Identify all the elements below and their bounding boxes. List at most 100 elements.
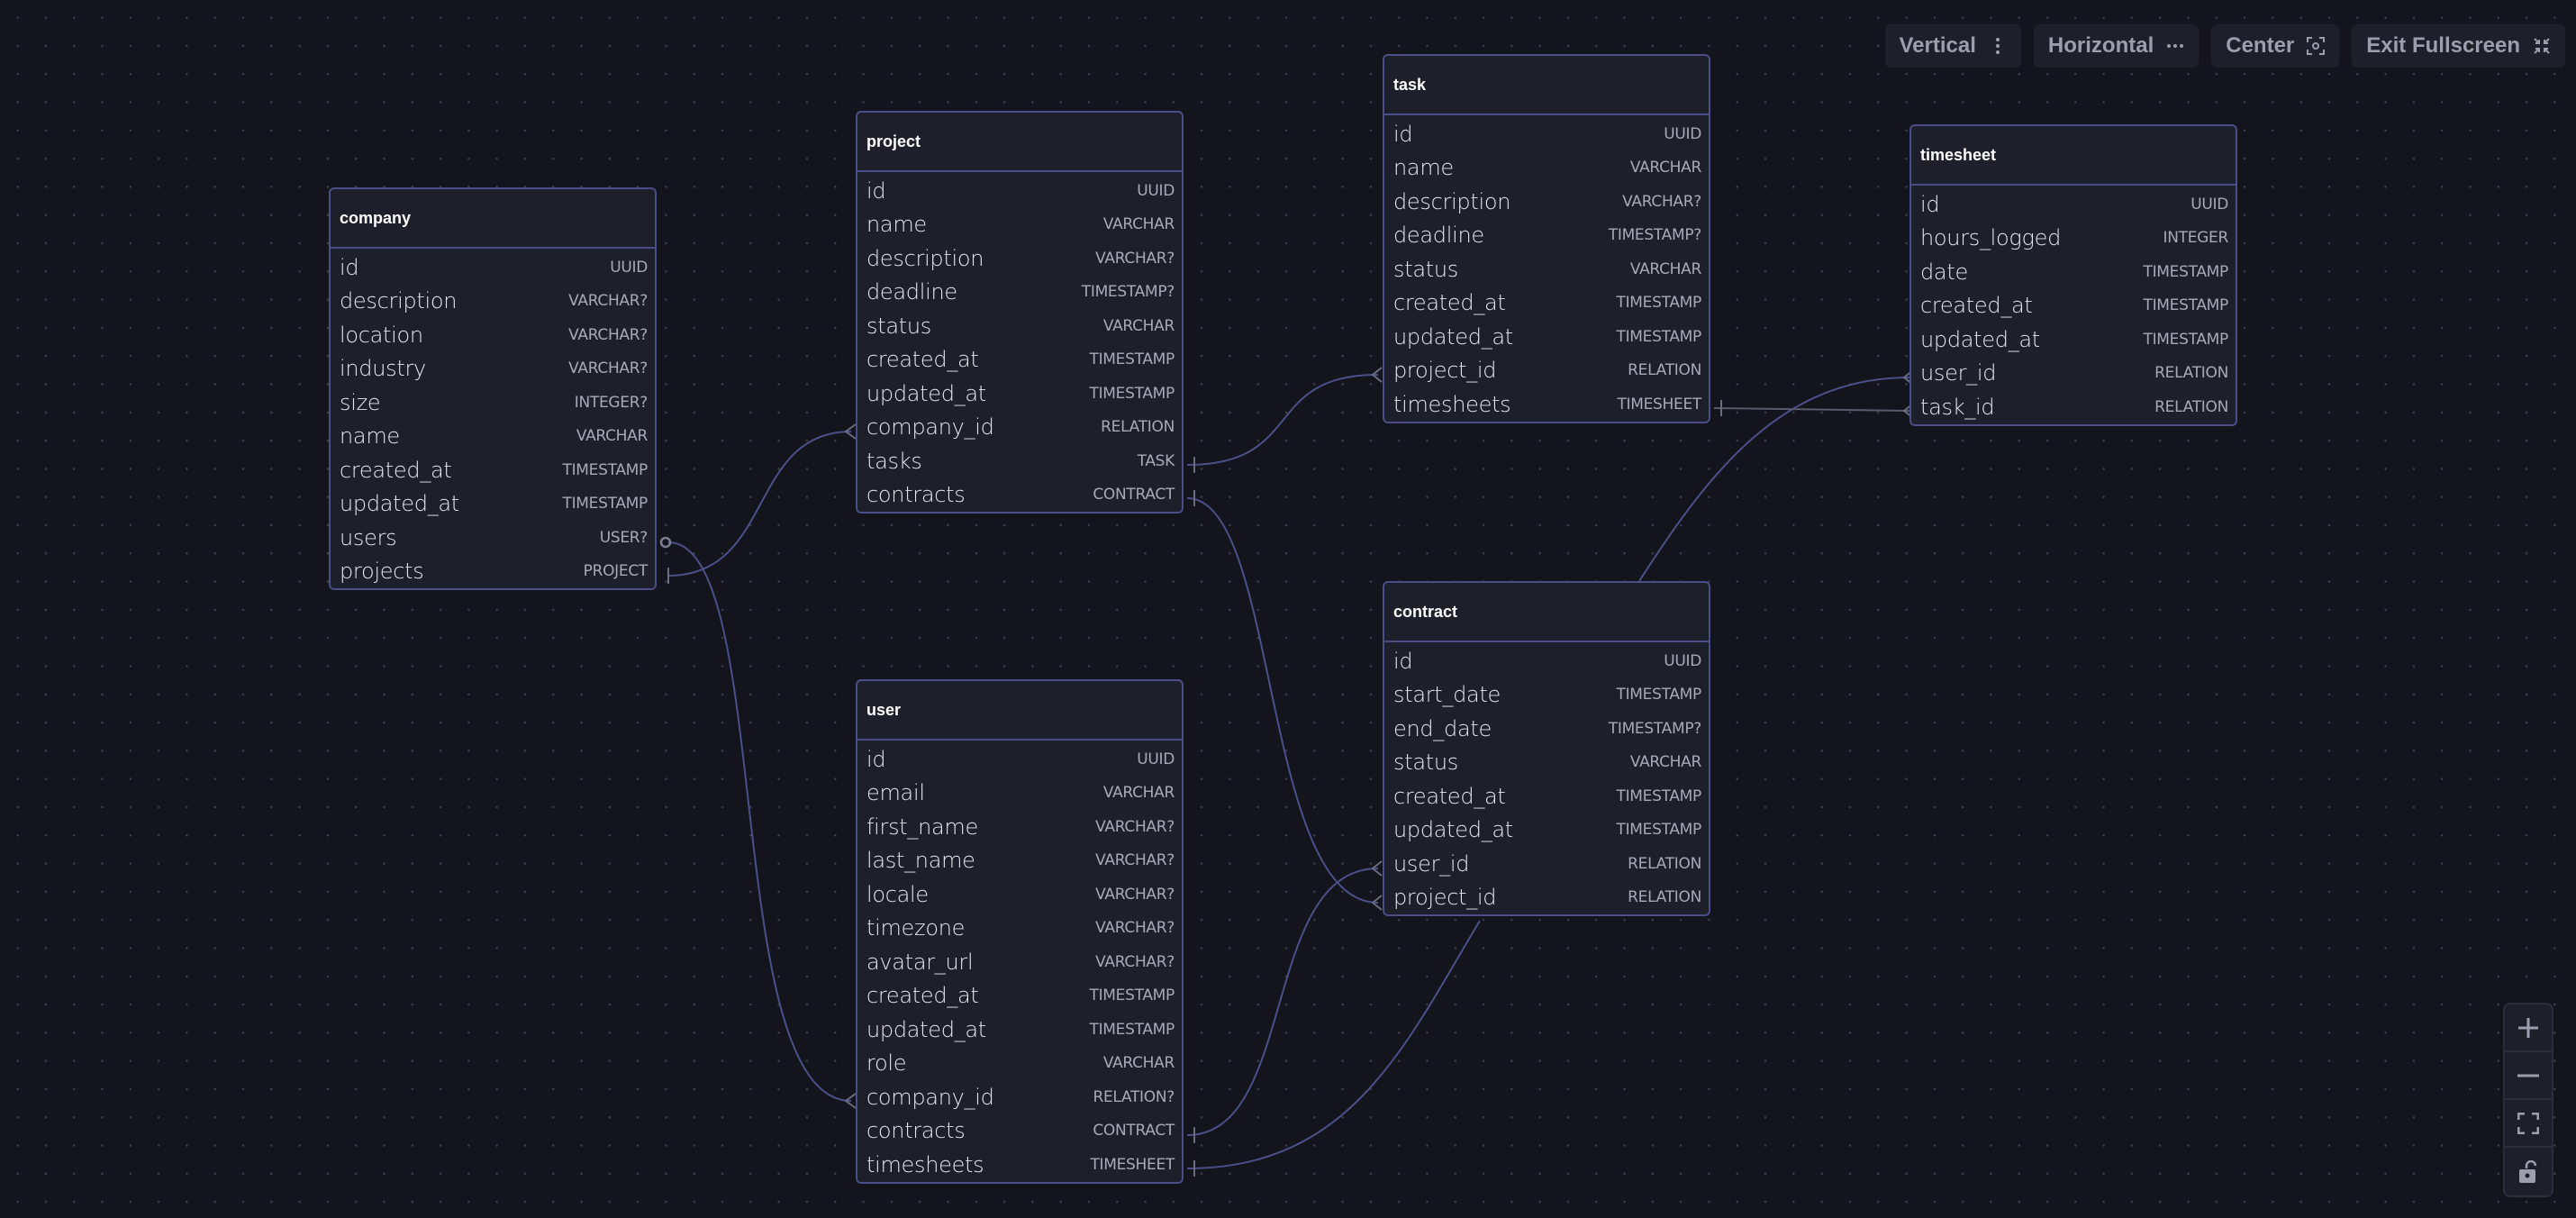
column-row[interactable]: deadline TIMESTAMP? (1384, 219, 1709, 253)
column-row[interactable]: last_name VARCHAR? (857, 844, 1182, 878)
table-title: project (866, 132, 921, 150)
column-row[interactable]: name VARCHAR (1384, 151, 1709, 186)
column-row[interactable]: description VARCHAR? (1384, 185, 1709, 219)
edge-company-users[interactable] (667, 541, 852, 1102)
column-row[interactable]: email VARCHAR (857, 777, 1182, 811)
center-button[interactable]: Center (2211, 24, 2340, 68)
column-name: name (1393, 155, 1454, 181)
column-row[interactable]: created_at TIMESTAMP (857, 343, 1182, 377)
column-row[interactable]: id UUID (1384, 117, 1709, 151)
column-row[interactable]: updated_at TIMESTAMP (857, 1013, 1182, 1047)
column-row[interactable]: date TIMESTAMP (1911, 255, 2236, 289)
column-row[interactable]: description VARCHAR? (857, 241, 1182, 276)
column-row[interactable]: task_id RELATION (1911, 390, 2236, 424)
table-user[interactable]: user id UUID email VARCHAR first_name VARCHAR?… (856, 679, 1184, 1184)
column-row[interactable]: size INTEGER? (331, 386, 655, 420)
column-row[interactable]: id UUID (857, 174, 1182, 208)
column-row[interactable]: avatar_url VARCHAR? (857, 945, 1182, 979)
column-row[interactable]: industry VARCHAR? (331, 352, 655, 386)
table-project[interactable]: project id UUID name VARCHAR description VARCH… (856, 111, 1184, 514)
column-row[interactable]: project_id RELATION (1384, 881, 1709, 915)
column-row[interactable]: created_at TIMESTAMP (1384, 779, 1709, 814)
column-row[interactable]: locale VARCHAR? (857, 877, 1182, 912)
column-list: id UUID hours_logged INTEGER date TIMESTAMP cr… (1911, 186, 2236, 424)
column-row[interactable]: company_id RELATION (857, 411, 1182, 445)
table-header[interactable]: project (857, 113, 1182, 172)
edge-project-contracts[interactable] (1186, 497, 1379, 904)
column-row[interactable]: created_at TIMESTAMP (1384, 286, 1709, 321)
column-row[interactable]: created_at TIMESTAMP (331, 453, 655, 487)
lock-toggle-button[interactable] (2505, 1148, 2552, 1195)
column-type: INTEGER? (574, 393, 649, 412)
column-row[interactable]: updated_at TIMESTAMP (857, 377, 1182, 411)
table-header[interactable]: task (1384, 56, 1709, 115)
column-row[interactable]: id UUID (1911, 187, 2236, 222)
column-name: updated_at (1393, 817, 1513, 843)
column-row[interactable]: timesheets TIMESHEET (857, 1148, 1182, 1182)
column-row[interactable]: description VARCHAR? (331, 285, 655, 319)
column-row[interactable]: updated_at TIMESTAMP (331, 487, 655, 522)
column-row[interactable]: id UUID (857, 742, 1182, 777)
edge-task-timesheets[interactable] (1713, 407, 1910, 412)
horizontal-layout-button[interactable]: Horizontal (2033, 24, 2200, 68)
column-row[interactable]: user_id RELATION (1384, 847, 1709, 881)
column-type: RELATION? (1093, 1087, 1175, 1106)
column-row[interactable]: company_id RELATION? (857, 1080, 1182, 1114)
column-row[interactable]: user_id RELATION (1911, 357, 2236, 391)
column-row[interactable]: updated_at TIMESTAMP (1384, 320, 1709, 354)
column-row[interactable]: contracts CONTRACT (857, 478, 1182, 513)
column-type: UUID (1137, 181, 1175, 200)
column-type: VARCHAR (1629, 753, 1701, 772)
column-row[interactable]: hours_logged INTEGER (1911, 222, 2236, 256)
column-row[interactable]: project_id RELATION (1384, 354, 1709, 388)
table-header[interactable]: timesheet (1911, 126, 2236, 186)
column-row[interactable]: id UUID (1384, 644, 1709, 678)
table-header[interactable]: company (331, 189, 655, 249)
vertical-layout-button[interactable]: Vertical (1884, 24, 2021, 68)
column-row[interactable]: name VARCHAR (331, 420, 655, 454)
column-name: end_date (1393, 715, 1492, 741)
fit-view-button[interactable] (2505, 1100, 2552, 1148)
column-row[interactable]: first_name VARCHAR? (857, 810, 1182, 844)
column-row[interactable]: id UUID (331, 250, 655, 285)
column-name: role (866, 1050, 907, 1077)
edge-company-projects[interactable] (667, 431, 852, 577)
table-task[interactable]: task id UUID name VARCHAR description VARCHAR?… (1383, 54, 1710, 423)
column-name: date (1920, 259, 1968, 285)
column-row[interactable]: created_at TIMESTAMP (857, 979, 1182, 1013)
table-header[interactable]: contract (1384, 583, 1709, 642)
column-type: RELATION (1628, 854, 1701, 873)
column-name: created_at (866, 983, 979, 1009)
column-row[interactable]: location VARCHAR? (331, 318, 655, 352)
column-row[interactable]: status VARCHAR (1384, 746, 1709, 780)
column-row[interactable]: created_at TIMESTAMP (1911, 289, 2236, 323)
column-row[interactable]: role VARCHAR (857, 1047, 1182, 1081)
table-header[interactable]: user (857, 681, 1182, 741)
table-company[interactable]: company id UUID description VARCHAR? location… (329, 187, 657, 590)
edge-user-timesheets[interactable] (1186, 920, 1481, 1169)
column-row[interactable]: projects PROJECT (331, 555, 655, 589)
zoom-out-button[interactable] (2505, 1052, 2552, 1100)
column-row[interactable]: status VARCHAR (857, 309, 1182, 343)
column-row[interactable]: updated_at TIMESTAMP (1911, 323, 2236, 357)
column-row[interactable]: start_date TIMESTAMP (1384, 678, 1709, 713)
column-type: PROJECT (583, 562, 649, 581)
column-row[interactable]: contracts CONTRACT (857, 1114, 1182, 1149)
column-row[interactable]: updated_at TIMESTAMP (1384, 814, 1709, 848)
column-row[interactable]: end_date TIMESTAMP? (1384, 712, 1709, 746)
table-contract[interactable]: contract id UUID start_date TIMESTAMP end_dat… (1383, 581, 1710, 916)
column-name: id (1393, 121, 1413, 147)
zoom-in-button[interactable] (2505, 1004, 2552, 1052)
column-row[interactable]: status VARCHAR (1384, 252, 1709, 286)
table-timesheet[interactable]: timesheet id UUID hours_logged INTEGER date TI… (1909, 124, 2237, 426)
table-title: user (866, 700, 902, 719)
column-row[interactable]: deadline TIMESTAMP? (857, 276, 1182, 310)
edge-project-tasks[interactable] (1186, 374, 1379, 466)
column-row[interactable]: tasks TASK (857, 444, 1182, 478)
column-row[interactable]: timesheets TIMESHEET (1384, 387, 1709, 422)
exit-fullscreen-button[interactable]: Exit Fullscreen (2352, 24, 2565, 68)
column-row[interactable]: name VARCHAR (857, 208, 1182, 242)
column-row[interactable]: users USER? (331, 521, 655, 555)
column-row[interactable]: timezone VARCHAR? (857, 912, 1182, 946)
edge-user-contracts[interactable] (1186, 868, 1379, 1136)
